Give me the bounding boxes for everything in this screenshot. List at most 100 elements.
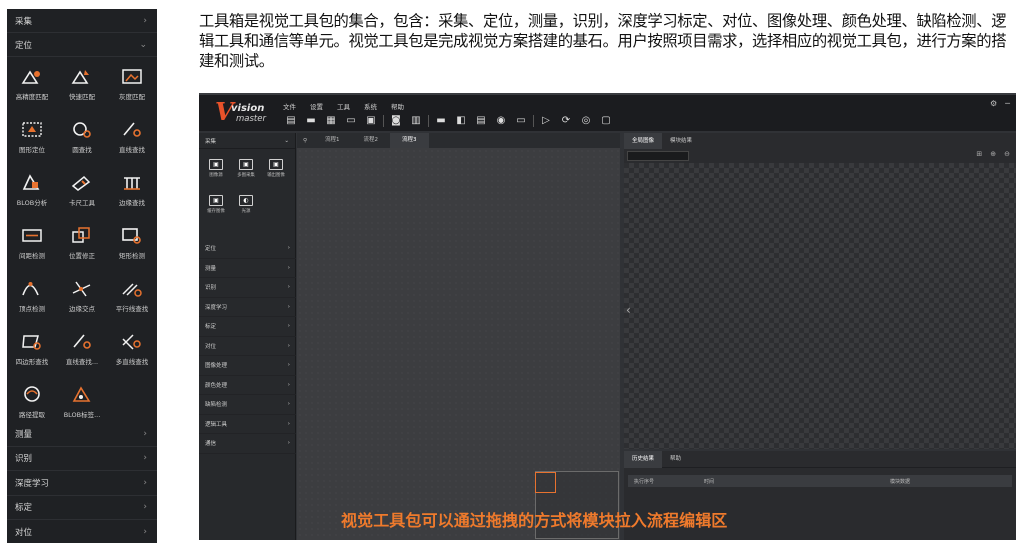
tool-label: 快速匹配 xyxy=(69,93,95,101)
toolbox-category[interactable]: 测量 › xyxy=(7,422,157,447)
result-tab[interactable]: 帮助 xyxy=(662,451,689,468)
image-select-dropdown[interactable] xyxy=(627,151,689,161)
camera-icon[interactable]: ◙ xyxy=(388,114,404,128)
category-label: 对位 xyxy=(15,527,33,538)
menu-item[interactable]: 帮助 xyxy=(391,101,404,111)
stop-icon[interactable]: ◎ xyxy=(578,114,594,128)
tool-label: 光源 xyxy=(241,209,251,214)
tool-label: 图像源 xyxy=(209,173,223,178)
toolbox-tool[interactable]: BLOB分析 xyxy=(7,163,57,216)
toolbox-tool[interactable]: 矩形检测 xyxy=(107,216,157,269)
side-tool[interactable]: ▣ 缓存图像 xyxy=(201,189,231,225)
toolbox-tool[interactable]: 快速匹配 xyxy=(57,57,107,110)
image-panel: 全局图像 模块结果 ⊞ ⊕ ⊖ ‹ xyxy=(624,133,1016,449)
toolbox-tool[interactable]: 灰度匹配 xyxy=(107,57,157,110)
tool-label: 灰度匹配 xyxy=(119,93,145,101)
category-label: 标定 xyxy=(15,503,33,514)
fit-icon[interactable]: ⊞ xyxy=(976,150,982,158)
camera-2-icon[interactable]: ▭ xyxy=(513,114,529,128)
side-tool[interactable]: ▣ 图像源 xyxy=(201,153,231,189)
side-tool[interactable]: ▣ 输出图像 xyxy=(261,153,291,189)
tool-label: BLOB分析 xyxy=(16,199,48,207)
chevron-left-icon[interactable]: ‹ xyxy=(626,303,631,317)
side-category-collect[interactable]: 采集 ⌄ xyxy=(199,133,295,149)
toolbox-tool[interactable]: 直线查找... xyxy=(57,322,107,375)
tool-label: 矩形检测 xyxy=(119,252,145,260)
image-tab-bar: 全局图像 模块结果 xyxy=(624,133,1016,149)
zoom-out-icon[interactable]: ⊖ xyxy=(1004,150,1010,158)
image-tab[interactable]: 全局图像 xyxy=(624,133,663,149)
open-folder-icon[interactable]: ▬ xyxy=(303,114,319,128)
side-category[interactable]: 标定 › xyxy=(199,317,296,337)
toolbox-tool[interactable]: 平行线查找 xyxy=(107,269,157,322)
menu-item[interactable]: 系统 xyxy=(364,101,377,111)
toolbox-tool[interactable]: 边缘交点 xyxy=(57,269,107,322)
tool-label: 四边形查找 xyxy=(15,358,49,366)
global-icon[interactable]: ◉ xyxy=(493,114,509,128)
tool-icon: ▣ xyxy=(269,159,283,170)
menu-item[interactable]: 设置 xyxy=(310,101,323,111)
side-category[interactable]: 颜色处理 › xyxy=(199,376,296,395)
circle-find-icon xyxy=(73,122,91,138)
toolbox-tool[interactable]: 间距检测 xyxy=(7,216,57,269)
toolbox-category-locate[interactable]: 定位 ⌄ xyxy=(7,33,157,57)
save-icon[interactable]: ▤ xyxy=(283,114,299,128)
toolbox-category[interactable]: 对位 › xyxy=(7,520,157,543)
side-tool[interactable]: ▣ 多图采集 xyxy=(231,153,261,189)
toolbox-tool[interactable]: 直线查找 xyxy=(107,110,157,163)
flow-tab[interactable]: 流程2 xyxy=(352,133,391,148)
side-category[interactable]: 测量 › xyxy=(199,259,296,278)
menu-item[interactable]: 文件 xyxy=(283,101,296,111)
image-icon[interactable]: ▣ xyxy=(363,114,379,128)
settings-icon[interactable]: ⚙ xyxy=(990,99,997,108)
side-category[interactable]: 通信 › xyxy=(199,434,296,454)
image-tab[interactable]: 模块结果 xyxy=(662,133,700,149)
run-loop-icon[interactable]: ⟳ xyxy=(558,114,574,128)
toolbox-tool[interactable]: 四边形查找 xyxy=(7,322,57,375)
zoom-in-icon[interactable]: ⊕ xyxy=(990,150,996,158)
side-category[interactable]: 定位 › xyxy=(199,239,296,259)
category-label: 测量 xyxy=(15,429,33,440)
side-category[interactable]: 图像处理 › xyxy=(199,356,296,376)
side-tool[interactable]: ◐ 光源 xyxy=(231,189,261,225)
toolbox-category-collect[interactable]: 采集 › xyxy=(7,9,157,33)
grid-icon[interactable]: ▥ xyxy=(408,114,424,128)
report-icon[interactable]: ▢ xyxy=(598,114,614,128)
flow-tab[interactable]: 流程3 xyxy=(390,133,429,148)
toolbox-tool[interactable]: 边缘查找 xyxy=(107,163,157,216)
side-category[interactable]: 识别 › xyxy=(199,278,296,298)
tool-label: 平行线查找 xyxy=(115,305,149,313)
toolbox-tool[interactable]: 多直线查找 xyxy=(107,322,157,375)
panel-2-icon[interactable]: ▤ xyxy=(473,114,489,128)
toolbox-tool[interactable]: 图形定位 xyxy=(7,110,57,163)
toolbox-category[interactable]: 标定 › xyxy=(7,496,157,520)
side-category[interactable]: 缺陷检测 › xyxy=(199,395,296,415)
toolbox-tool[interactable]: 位置修正 xyxy=(57,216,107,269)
chevron-right-icon: › xyxy=(143,428,147,439)
panel-icon[interactable]: ◧ xyxy=(453,114,469,128)
side-category[interactable]: 对位 › xyxy=(199,337,296,356)
new-icon[interactable]: ▭ xyxy=(343,114,359,128)
toolbox-tool[interactable]: 卡尺工具 xyxy=(57,163,107,216)
flow-tree-icon[interactable]: ⚲ xyxy=(297,138,313,144)
image-display-area[interactable]: ‹ xyxy=(624,163,1016,449)
side-category[interactable]: 深度学习 › xyxy=(199,298,296,317)
tool-icon: ◐ xyxy=(239,195,253,206)
menu-item[interactable]: 工具 xyxy=(337,101,350,111)
side-category[interactable]: 逻辑工具 › xyxy=(199,415,296,434)
toolbox-tool[interactable]: 圆查找 xyxy=(57,110,107,163)
flow-tab[interactable]: 流程1 xyxy=(313,133,352,148)
save-as-icon[interactable]: ▦ xyxy=(323,114,339,128)
toolbox-tool[interactable]: 高精度匹配 xyxy=(7,57,57,110)
run-once-icon[interactable]: ▷ xyxy=(538,114,554,128)
toolbox-tool[interactable]: 路径提取 xyxy=(7,375,57,428)
toolbox-tool[interactable]: 顶点检测 xyxy=(7,269,57,322)
layout-icon[interactable]: ▬ xyxy=(433,114,449,128)
tool-label: 直线查找... xyxy=(65,358,99,366)
toolbox-category[interactable]: 识别 › xyxy=(7,447,157,471)
page: 采集 › 定位 ⌄ 高精度匹配 快速匹配 灰度匹配图形定位 圆查找 直线查找 BLOB分析… xyxy=(0,0,1019,543)
minimize-icon[interactable]: ─ xyxy=(1005,99,1010,108)
toolbox-category[interactable]: 深度学习 › xyxy=(7,471,157,496)
toolbox-tool[interactable]: BLOB标签... xyxy=(57,375,107,428)
result-tab[interactable]: 历史结果 xyxy=(624,450,663,468)
